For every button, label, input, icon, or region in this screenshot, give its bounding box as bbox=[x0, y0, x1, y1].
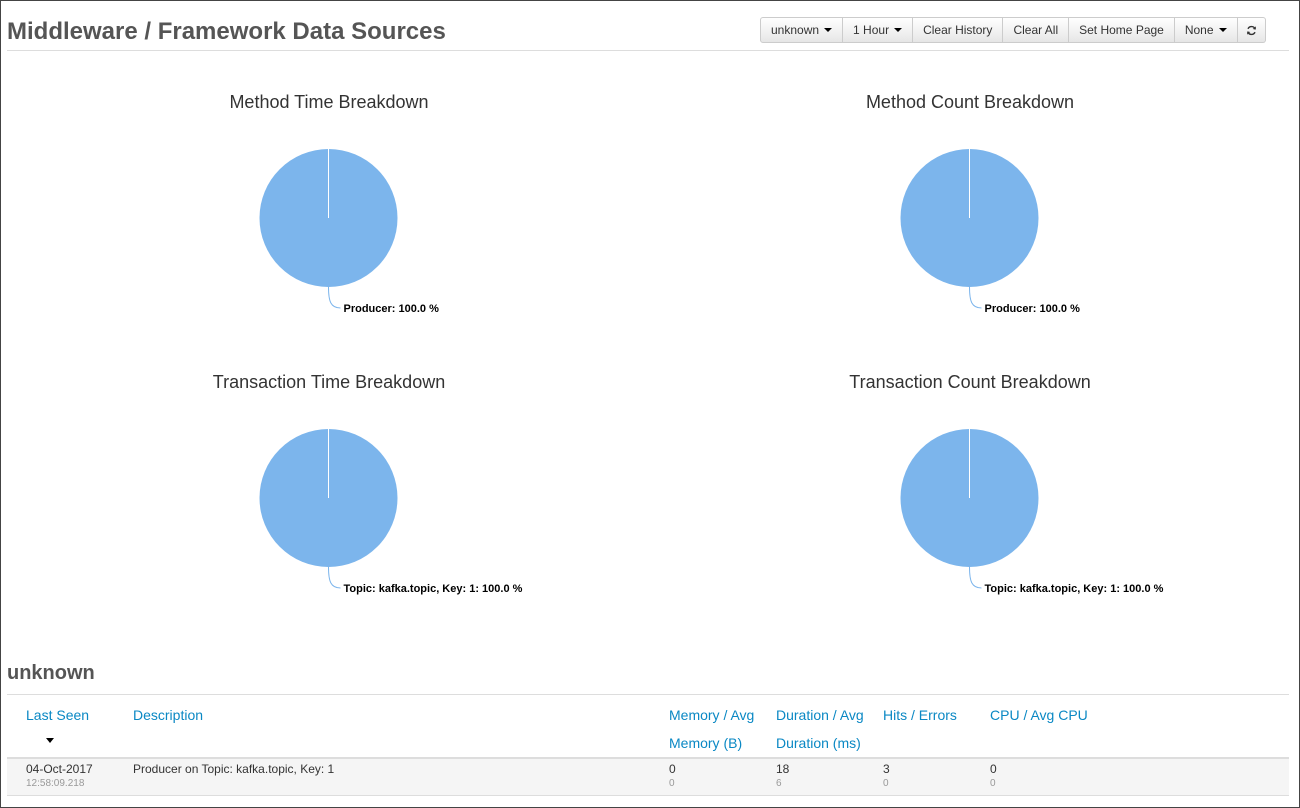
refresh-icon bbox=[1246, 25, 1256, 35]
period-dropdown-label: 1 Hour bbox=[853, 23, 890, 37]
cell-avg-memory: 0 bbox=[669, 778, 675, 789]
cell-date: 04-Oct-2017 bbox=[26, 762, 93, 776]
refresh-button[interactable] bbox=[1237, 17, 1266, 43]
cell-description: Producer on Topic: kafka.topic, Key: 1 bbox=[125, 758, 661, 796]
cell-memory: 0 0 bbox=[661, 758, 768, 796]
cell-errors: 0 bbox=[883, 778, 889, 789]
clear-history-button[interactable]: Clear History bbox=[913, 17, 1004, 43]
label-connector bbox=[328, 566, 341, 589]
pie-svg: Topic: kafka.topic, Key: 1: 100.0 % bbox=[900, 429, 1164, 595]
data-table-wrap: Last Seen Description Memory / Avg Memor… bbox=[7, 695, 1289, 796]
pie-svg: Topic: kafka.topic, Key: 1: 100.0 % bbox=[259, 429, 523, 595]
data-label: Topic: kafka.topic, Key: 1: 100.0 % bbox=[985, 583, 1164, 595]
transaction-count-chart: Transaction Count Breakdown Topic: kafka… bbox=[650, 372, 1290, 632]
pie-svg: Producer: 100.0 % bbox=[900, 149, 1081, 315]
cell-memory-value: 0 bbox=[669, 762, 676, 776]
cell-time: 12:58:09.218 bbox=[26, 778, 85, 789]
cell-cpu: 0 0 bbox=[982, 758, 1289, 796]
column-header-memory[interactable]: Memory / Avg Memory (B) bbox=[661, 695, 768, 759]
data-label: Producer: 100.0 % bbox=[985, 303, 1081, 315]
transaction-time-chart: Transaction Time Breakdown Topic: kafka.… bbox=[9, 372, 649, 632]
data-label: Producer: 100.0 % bbox=[344, 303, 440, 315]
host-dropdown-label: unknown bbox=[771, 23, 820, 37]
none-dropdown-button[interactable]: None bbox=[1174, 17, 1238, 43]
cell-avg-duration: 6 bbox=[776, 778, 782, 789]
column-header-last-seen[interactable]: Last Seen bbox=[7, 695, 125, 759]
data-label: Topic: kafka.topic, Key: 1: 100.0 % bbox=[344, 583, 523, 595]
caret-down-icon bbox=[1218, 28, 1227, 32]
column-header-hits[interactable]: Hits / Errors bbox=[875, 695, 982, 759]
cell-hits-value: 3 bbox=[883, 762, 890, 776]
column-header-duration[interactable]: Duration / Avg Duration (ms) bbox=[768, 695, 875, 759]
column-header-description[interactable]: Description bbox=[125, 695, 661, 759]
period-dropdown-button[interactable]: 1 Hour bbox=[843, 17, 914, 43]
toolbar: unknown 1 Hour Clear History Clear All S… bbox=[760, 17, 1266, 43]
cell-avg-cpu: 0 bbox=[990, 778, 996, 789]
column-header-label: Last Seen bbox=[26, 707, 90, 723]
column-header-cpu[interactable]: CPU / Avg CPU bbox=[982, 695, 1289, 759]
caret-down-icon bbox=[894, 28, 903, 32]
cell-last-seen: 04-Oct-2017 12:58:09.218 bbox=[7, 758, 125, 796]
set-home-page-button[interactable]: Set Home Page bbox=[1069, 17, 1175, 43]
table-row[interactable]: 04-Oct-2017 12:58:09.218 Producer on Top… bbox=[7, 758, 1289, 796]
method-count-chart: Method Count Breakdown Producer: 100.0 % bbox=[650, 92, 1290, 352]
table-header-row: Last Seen Description Memory / Avg Memor… bbox=[7, 695, 1289, 759]
data-sources-table: Last Seen Description Memory / Avg Memor… bbox=[7, 695, 1289, 796]
cell-duration-value: 18 bbox=[776, 762, 790, 776]
page-title: Middleware / Framework Data Sources bbox=[7, 18, 446, 45]
none-dropdown-label: None bbox=[1184, 23, 1214, 37]
host-dropdown-button[interactable]: unknown bbox=[760, 17, 844, 43]
cell-cpu-value: 0 bbox=[990, 762, 997, 776]
cell-hits: 3 0 bbox=[875, 758, 982, 796]
label-connector bbox=[969, 566, 982, 589]
method-time-chart: Method Time Breakdown Producer: 100.0 % bbox=[9, 92, 649, 352]
label-connector bbox=[969, 286, 982, 309]
caret-down-icon bbox=[824, 28, 833, 32]
sort-desc-icon bbox=[46, 737, 54, 743]
label-connector bbox=[328, 286, 341, 309]
section-title: unknown bbox=[7, 662, 95, 684]
cell-duration: 18 6 bbox=[768, 758, 875, 796]
pie-svg: Producer: 100.0 % bbox=[259, 149, 440, 315]
clear-all-button[interactable]: Clear All bbox=[1003, 17, 1070, 43]
